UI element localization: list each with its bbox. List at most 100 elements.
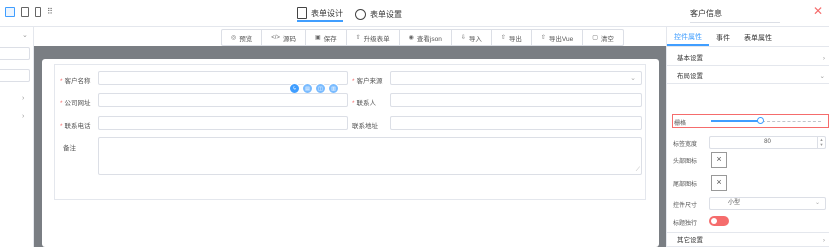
form-page: * 客户名称 * 客户来源 ⌄ ϟ ▤ ◫ ▥ * 公司网址 * 联系人 * 联… xyxy=(42,59,659,247)
contact-address-text: 联系地址 xyxy=(352,123,378,130)
chevron-right-icon: › xyxy=(822,237,825,244)
required-mark: * xyxy=(60,100,63,107)
tab-control-properties[interactable]: 控件属性 xyxy=(667,29,709,46)
head-icon-picker[interactable]: × xyxy=(711,152,727,168)
upgrade-form-button[interactable]: ⇧ 升级表单 xyxy=(347,30,400,45)
properties-tabs: 控件属性 事件 表单属性 xyxy=(667,29,829,47)
customer-name-text: 客户名称 xyxy=(64,78,91,85)
contact-address-input[interactable] xyxy=(390,116,642,130)
save-button[interactable]: ▣ 保存 xyxy=(306,30,347,45)
preview-label: 预览 xyxy=(239,35,253,43)
basic-settings-title: 基本设置 xyxy=(677,55,703,62)
export-icon: ⇧ xyxy=(500,35,506,41)
customer-source-label: * 客户来源 xyxy=(352,75,383,85)
tab-form-settings-label: 表单设置 xyxy=(370,9,402,19)
export-button[interactable]: ⇧ 导出 xyxy=(492,30,532,45)
remark-textarea[interactable]: ⟋ xyxy=(98,137,642,175)
tab-form-design[interactable]: 表单设计 xyxy=(297,6,343,22)
label-width-input[interactable]: 80 ▲ ▼ xyxy=(709,136,826,149)
chevron-down-icon: ⌄ xyxy=(630,75,636,82)
document-icon xyxy=(297,7,307,19)
grid-slider-fill xyxy=(711,120,761,122)
device-switcher: ⠿ xyxy=(5,7,57,17)
contact-phone-text: 联系电话 xyxy=(64,123,91,130)
tab-form-properties[interactable]: 表单属性 xyxy=(737,29,779,46)
chevron-down-icon[interactable]: ⌄ xyxy=(22,31,28,39)
properties-panel: 控件属性 事件 表单属性 基本设置 › 布局设置 ⌄ 栅格 标签宽度 80 ▲ ▼… xyxy=(666,27,829,247)
stepper-arrows[interactable]: ▲ ▼ xyxy=(817,137,825,148)
mode-tabs: 表单设计 表单设置 xyxy=(297,6,402,22)
chevron-right-icon: › xyxy=(822,55,825,62)
chevron-down-icon: ⌄ xyxy=(819,73,825,80)
gear-icon xyxy=(355,8,366,20)
export-vue-label: 导出Vue xyxy=(548,35,574,43)
preview-button[interactable]: ◎ 预览 xyxy=(222,30,263,45)
tab-events[interactable]: 事件 xyxy=(709,29,737,46)
basic-settings-section[interactable]: 基本设置 › xyxy=(667,51,829,66)
customer-name-label: * 客户名称 xyxy=(60,75,91,85)
save-icon: ▣ xyxy=(314,35,321,41)
form-container[interactable]: * 客户名称 * 客户来源 ⌄ ϟ ▤ ◫ ▥ * 公司网址 * 联系人 * 联… xyxy=(54,64,646,200)
required-mark: * xyxy=(60,123,63,130)
chevron-right-icon[interactable]: › xyxy=(22,113,24,120)
upgrade-icon: ⇧ xyxy=(355,35,361,41)
view-json-button[interactable]: ◉ 查看json xyxy=(400,30,452,45)
clear-icon: ▢ xyxy=(592,35,598,41)
source-code-label: 源码 xyxy=(282,35,296,43)
chevron-right-icon[interactable]: › xyxy=(22,95,24,102)
tail-icon-picker[interactable]: × xyxy=(711,175,727,191)
component-search-input[interactable] xyxy=(0,47,30,60)
tab-form-design-label: 表单设计 xyxy=(311,8,343,18)
eye-icon: ◎ xyxy=(231,35,237,41)
contact-address-label: 联系地址 xyxy=(352,120,378,130)
customer-source-select[interactable]: ⌄ xyxy=(390,71,642,85)
component-panel: ⌄ › › xyxy=(0,27,34,247)
component-filter-input[interactable] xyxy=(0,69,30,82)
label-width-label: 标签宽度 xyxy=(673,142,698,148)
clear-button[interactable]: ▢ 清空 xyxy=(583,30,623,45)
other-settings-title: 其它设置 xyxy=(677,237,703,244)
remark-label: 备注 xyxy=(63,142,76,152)
required-mark: * xyxy=(352,78,355,85)
design-canvas: * 客户名称 * 客户来源 ⌄ ϟ ▤ ◫ ▥ * 公司网址 * 联系人 * 联… xyxy=(34,46,666,247)
toggle-knob xyxy=(711,218,717,224)
control-size-value: 小型 xyxy=(728,200,741,206)
grid-label: 栅格 xyxy=(674,121,687,127)
layout-settings-title: 布局设置 xyxy=(677,73,703,80)
resize-grip-icon[interactable]: ⟋ xyxy=(636,167,640,173)
layout-settings-section[interactable]: 布局设置 ⌄ xyxy=(667,69,829,84)
close-icon[interactable]: ✕ xyxy=(813,4,823,18)
source-code-button[interactable]: </> 源码 xyxy=(262,30,306,45)
other-settings-section[interactable]: 其它设置 › xyxy=(667,232,829,247)
export-vue-button[interactable]: ⇧ 导出Vue xyxy=(532,30,584,45)
export-vue-icon: ⇧ xyxy=(540,35,546,41)
contact-phone-input[interactable] xyxy=(98,116,348,130)
label-wrap-toggle[interactable] xyxy=(709,216,729,226)
company-url-input[interactable] xyxy=(98,93,348,107)
import-button[interactable]: ⇩ 导入 xyxy=(452,30,492,45)
company-url-label: * 公司网址 xyxy=(60,97,91,107)
chevron-down-icon: ⌄ xyxy=(814,200,820,206)
desktop-icon[interactable] xyxy=(5,7,15,17)
tail-icon-label: 尾部图标 xyxy=(673,182,698,188)
code-icon: </> xyxy=(271,34,280,41)
required-mark: * xyxy=(60,78,63,85)
import-icon: ⇩ xyxy=(460,35,466,41)
tab-form-settings[interactable]: 表单设置 xyxy=(355,6,402,22)
grid-icon[interactable]: ⠿ xyxy=(47,7,57,17)
grid-slider-handle[interactable] xyxy=(757,117,764,124)
label-width-value: 80 xyxy=(764,139,771,145)
contact-person-input[interactable] xyxy=(390,93,642,107)
tablet-icon[interactable] xyxy=(21,7,29,17)
form-title-input[interactable]: 客户信息 xyxy=(690,8,780,23)
grid-setting-row: 栅格 xyxy=(672,114,829,128)
phone-icon[interactable] xyxy=(35,7,41,17)
remark-text: 备注 xyxy=(63,145,76,152)
view-json-icon: ◉ xyxy=(408,35,414,41)
contact-person-label: * 联系人 xyxy=(352,97,376,107)
designer-toolbar: ◎ 预览 </> 源码 ▣ 保存 ⇧ 升级表单 ◉ 查看json ⇩ 导入 ⇧ … xyxy=(221,29,624,46)
required-mark: * xyxy=(352,100,355,107)
control-size-select[interactable]: 小型 ⌄ xyxy=(709,197,826,210)
upgrade-form-label: 升级表单 xyxy=(363,35,390,43)
label-wrap-label: 标题独行 xyxy=(673,221,698,227)
